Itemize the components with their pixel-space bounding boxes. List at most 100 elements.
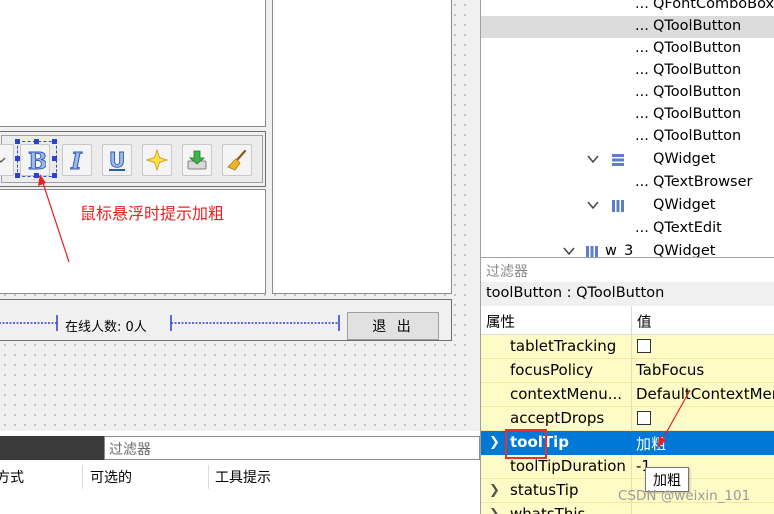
selection-handle[interactable] <box>52 156 57 161</box>
property-table-header: 属性 值 <box>481 306 774 335</box>
save-button[interactable] <box>182 144 212 176</box>
chevron-down-icon[interactable] <box>563 247 575 256</box>
column-header-tooltip[interactable]: 工具提示 <box>215 467 271 487</box>
tree-item[interactable]: ... QTextBrowser <box>481 172 774 194</box>
selection-handle[interactable] <box>34 139 39 144</box>
sparkle-icon <box>146 149 168 171</box>
tree-dots: ... <box>635 220 649 236</box>
tree-item-label: QWidget <box>653 197 716 213</box>
tree-item[interactable]: ... QFontComboBox <box>481 0 774 16</box>
tree-item[interactable]: QWidget <box>481 195 774 217</box>
property-row-tablettracking[interactable]: tabletTracking <box>481 335 774 359</box>
tree-item-label: QToolButton <box>653 40 742 56</box>
status-row: 在线人数: 0人 退 出 <box>0 299 452 341</box>
tree-dots: ... <box>635 40 649 56</box>
property-name: tabletTracking <box>510 337 617 355</box>
tree-item-label: QToolButton <box>653 84 742 100</box>
broom-icon <box>227 149 247 171</box>
tree-item[interactable]: ... QToolButton <box>481 60 774 82</box>
property-row-whatsthis[interactable]: ❯ whatsThis <box>481 503 774 514</box>
property-row-contextmenu[interactable]: contextMenu... DefaultContextMen <box>481 383 774 407</box>
object-inspector: ... QFontComboBox ... QToolButton ... QT… <box>480 0 774 257</box>
action-editor: 过滤器 方式 可选的 工具提示 <box>0 431 480 514</box>
chevron-right-icon[interactable]: ❯ <box>489 483 500 498</box>
horizontal-layout-icon <box>586 246 598 257</box>
spacer-left <box>0 315 58 331</box>
tree-item-label: QToolButton <box>653 128 742 144</box>
tree-item-label: QToolButton <box>653 18 742 34</box>
tree-dots: ... <box>635 18 649 34</box>
selection-handle[interactable] <box>52 139 57 144</box>
property-row-focuspolicy[interactable]: focusPolicy TabFocus <box>481 359 774 383</box>
column-header-mode[interactable]: 方式 <box>0 467 24 487</box>
column-header-checkable[interactable]: 可选的 <box>90 467 132 487</box>
underline-icon: U <box>109 148 126 172</box>
tree-dots: ... <box>635 0 649 12</box>
property-name: statusTip <box>510 481 579 499</box>
action-filter-input[interactable]: 过滤器 <box>104 436 480 460</box>
horizontal-layout-icon <box>612 200 624 212</box>
property-table: 属性 值 tabletTracking focusPolicy TabFocus… <box>480 306 774 514</box>
chevron-down-icon[interactable] <box>587 155 599 164</box>
tablettracking-checkbox[interactable] <box>637 339 651 353</box>
property-value[interactable]: TabFocus <box>636 361 704 379</box>
column-divider <box>82 465 83 489</box>
italic-icon: I <box>70 148 84 172</box>
header-property[interactable]: 属性 <box>486 311 515 332</box>
property-name: whatsThis <box>510 505 586 514</box>
tree-dots: ... <box>635 128 649 144</box>
property-name: contextMenu... <box>510 385 623 403</box>
selection-handle[interactable] <box>15 139 20 144</box>
message-browser[interactable] <box>0 0 266 127</box>
tree-dots: ... <box>635 84 649 100</box>
tree-item-label: QWidget <box>653 243 716 257</box>
clear-button[interactable] <box>222 144 252 176</box>
tree-dots: ... <box>635 174 649 190</box>
tree-item-selected[interactable]: ... QToolButton <box>481 16 774 38</box>
download-icon <box>187 150 207 170</box>
spacer-right <box>170 315 340 331</box>
tree-item-label: QToolButton <box>653 62 742 78</box>
property-name: toolTipDuration <box>510 457 626 475</box>
color-button[interactable] <box>142 144 172 176</box>
quit-button[interactable]: 退 出 <box>347 312 439 340</box>
header-value[interactable]: 值 <box>637 311 652 332</box>
annotation-text: 鼠标悬浮时提示加粗 <box>80 204 225 223</box>
svg-text:U: U <box>109 148 125 172</box>
tree-dots: ... <box>635 62 649 78</box>
user-list[interactable] <box>272 0 452 294</box>
action-editor-toolbar <box>0 436 104 460</box>
form-canvas[interactable]: B I U 鼠标悬浮时提示加粗 在线人数: 0人 退 出 <box>0 0 468 431</box>
tree-item[interactable]: ... QToolButton <box>481 38 774 60</box>
property-filter-input[interactable]: 过滤器 <box>480 257 774 282</box>
tree-item-label: QWidget <box>653 151 716 167</box>
tree-item-label: QTextEdit <box>653 220 722 236</box>
tree-item[interactable]: w_3 QWidget <box>481 241 774 257</box>
chevron-right-icon[interactable]: ❯ <box>489 435 500 450</box>
header-divider <box>631 306 632 334</box>
tree-item[interactable]: QWidget <box>481 149 774 171</box>
watermark: CSDN @weixin_101 <box>618 488 751 504</box>
annotation-arrow-right <box>658 391 690 448</box>
property-object-title: toolButton : QToolButton <box>480 282 774 306</box>
tree-item[interactable]: ... QToolButton <box>481 126 774 148</box>
tree-item-label: QTextBrowser <box>653 174 753 190</box>
tree-item-name: w_3 <box>605 243 634 257</box>
tree-item[interactable]: ... QToolButton <box>481 104 774 126</box>
selection-handle[interactable] <box>15 156 20 161</box>
tree-item[interactable]: ... QTextEdit <box>481 218 774 240</box>
chevron-right-icon[interactable]: ❯ <box>489 507 500 514</box>
property-row-acceptdrops[interactable]: acceptDrops <box>481 407 774 431</box>
chevron-down-icon[interactable] <box>587 201 599 210</box>
underline-button[interactable]: U <box>102 144 132 176</box>
selection-handle[interactable] <box>15 173 20 178</box>
svg-text:I: I <box>70 148 83 172</box>
font-size-combo-button[interactable] <box>0 144 14 176</box>
annotation-arrow <box>38 174 70 263</box>
column-divider <box>208 465 209 489</box>
acceptdrops-checkbox[interactable] <box>637 411 651 425</box>
tree-item[interactable]: ... QToolButton <box>481 82 774 104</box>
vertical-layout-icon <box>612 154 624 166</box>
property-name: focusPolicy <box>510 361 594 379</box>
property-name: acceptDrops <box>510 409 605 427</box>
